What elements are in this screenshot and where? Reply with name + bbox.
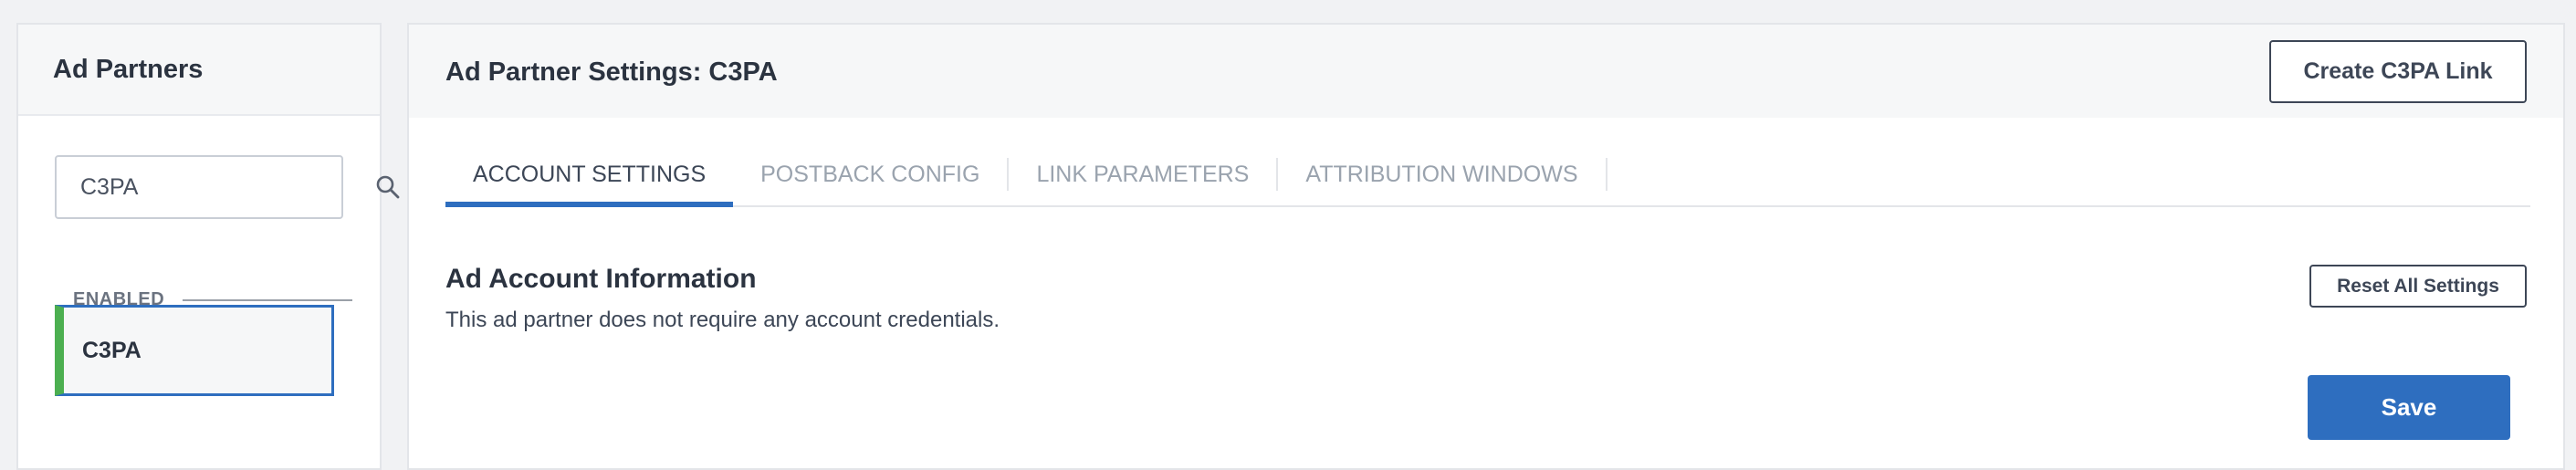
- tab-postback-config[interactable]: POSTBACK CONFIG: [733, 143, 1007, 205]
- section-title: Ad Account Information: [445, 264, 757, 294]
- section-description: This ad partner does not require any acc…: [445, 308, 1000, 332]
- ad-partner-settings-panel: Ad Partner Settings: C3PA Create C3PA Li…: [407, 23, 2565, 470]
- page-title: Ad Partner Settings: C3PA: [445, 57, 778, 87]
- tab-divider: [1605, 158, 1607, 191]
- tab-attribution-windows[interactable]: ATTRIBUTION WINDOWS: [1278, 143, 1605, 205]
- section-divider: [183, 298, 352, 301]
- partner-search-box[interactable]: [55, 155, 400, 219]
- partner-item-c3pa[interactable]: C3PA: [55, 305, 334, 396]
- reset-all-settings-button[interactable]: Reset All Settings: [2309, 265, 2527, 308]
- tab-account-settings[interactable]: ACCOUNT SETTINGS: [445, 143, 734, 207]
- partner-search-input[interactable]: [80, 173, 374, 201]
- partner-item-label: C3PA: [82, 337, 141, 363]
- ad-partners-title: Ad Partners: [53, 54, 204, 84]
- tab-link-parameters[interactable]: LINK PARAMETERS: [1009, 143, 1276, 205]
- ad-partners-panel: Ad Partners ENABLED C3PA: [16, 23, 400, 470]
- settings-tabs: ACCOUNT SETTINGS POSTBACK CONFIG LINK PA…: [445, 143, 2530, 207]
- create-link-button[interactable]: Create C3PA Link: [2269, 40, 2527, 103]
- ad-partners-header: Ad Partners: [18, 25, 380, 116]
- search-icon[interactable]: [374, 173, 402, 201]
- save-button[interactable]: Save: [2308, 375, 2510, 440]
- settings-header: Ad Partner Settings: C3PA Create C3PA Li…: [409, 25, 2563, 118]
